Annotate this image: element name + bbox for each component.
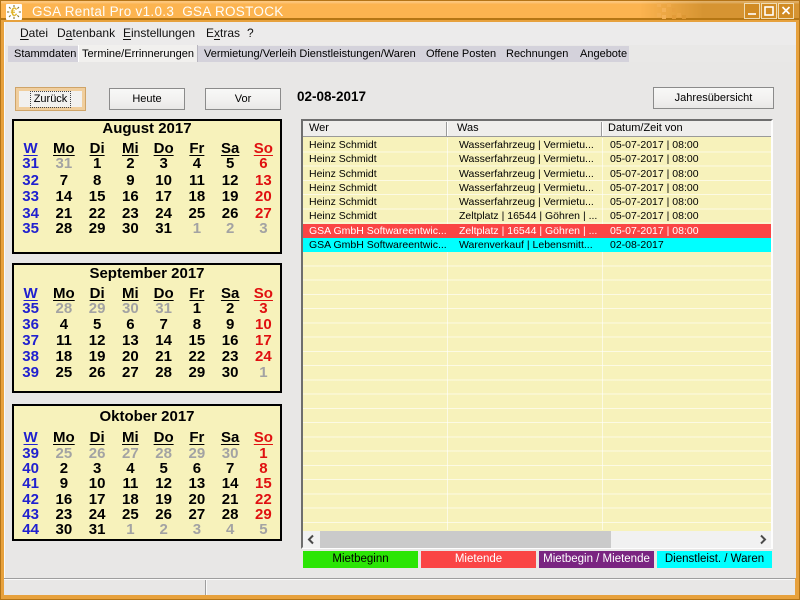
svg-text:€: € xyxy=(11,5,18,19)
